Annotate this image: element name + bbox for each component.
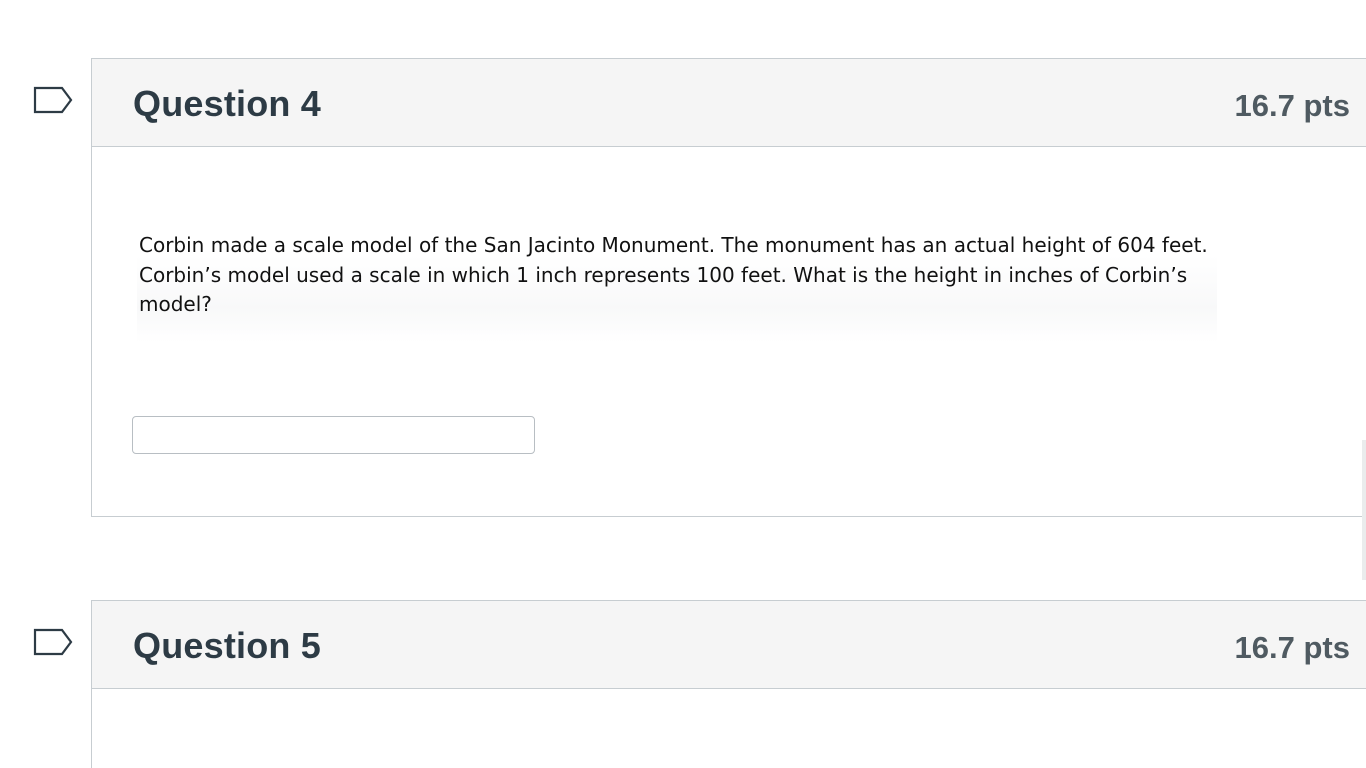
- flag-icon: [33, 628, 73, 656]
- question-title: Question 5: [133, 625, 322, 666]
- question-4-card: Question 4 16.7 pts Corbin made a scale …: [91, 58, 1366, 517]
- flag-icon: [33, 86, 73, 114]
- question-points: 16.7 pts: [1234, 88, 1350, 123]
- question-4-header: Question 4 16.7 pts: [92, 59, 1366, 147]
- question-5-header: Question 5 16.7 pts: [92, 601, 1366, 689]
- flag-question-5-icon[interactable]: [32, 626, 74, 658]
- question-5-card: Question 5 16.7 pts: [91, 600, 1366, 768]
- flag-question-4-icon[interactable]: [32, 84, 74, 116]
- answer-input[interactable]: [132, 416, 535, 454]
- question-text: Corbin made a scale model of the San Jac…: [139, 233, 1208, 316]
- question-points: 16.7 pts: [1234, 630, 1350, 665]
- scrollbar[interactable]: [1362, 440, 1366, 580]
- question-title: Question 4: [133, 83, 322, 124]
- quiz-page: Question 4 16.7 pts Corbin made a scale …: [0, 0, 1366, 768]
